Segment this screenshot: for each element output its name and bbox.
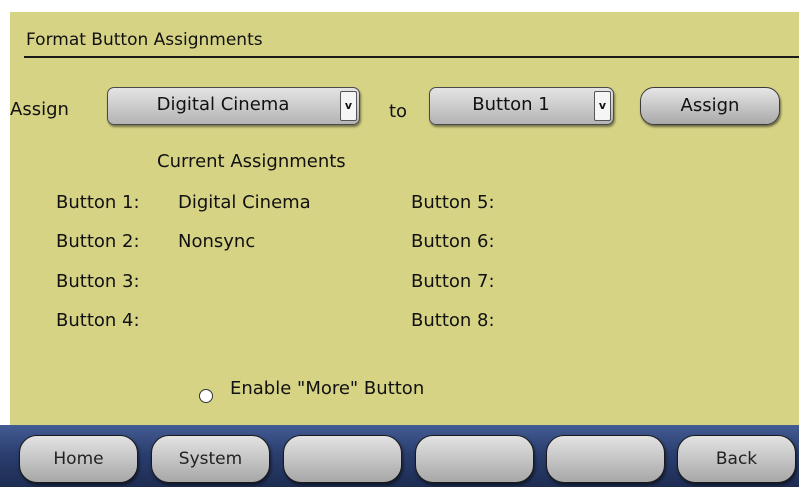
main-panel: Format Button Assignments Assign Digital… — [10, 12, 799, 425]
assignment-value: Nonsync — [178, 231, 256, 252]
button-select-value: Button 1 — [472, 94, 550, 115]
assignment-label: Button 1: — [56, 192, 140, 213]
chevron-down-icon[interactable]: v — [340, 91, 357, 121]
home-button[interactable]: Home — [19, 435, 138, 483]
enable-more-label[interactable]: Enable "More" Button — [230, 378, 424, 399]
bottom-nav-bar: Home System Back — [0, 425, 799, 487]
assignment-label: Button 5: — [411, 192, 495, 213]
enable-more-radio[interactable] — [199, 389, 213, 403]
assignment-label: Button 6: — [411, 231, 495, 252]
format-select[interactable]: Digital Cinema v — [107, 87, 360, 125]
button-select[interactable]: Button 1 v — [429, 87, 614, 125]
assign-button[interactable]: Assign — [640, 87, 780, 125]
format-select-value: Digital Cinema — [156, 94, 290, 115]
assignment-label: Button 3: — [56, 271, 140, 292]
assign-label: Assign — [10, 99, 69, 120]
chevron-down-icon[interactable]: v — [594, 91, 611, 121]
blank-nav-button-3[interactable] — [283, 435, 402, 483]
system-button[interactable]: System — [151, 435, 270, 483]
blank-nav-button-4[interactable] — [415, 435, 534, 483]
back-button[interactable]: Back — [677, 435, 796, 483]
assignment-label: Button 7: — [411, 271, 495, 292]
assignment-value: Digital Cinema — [178, 192, 311, 213]
blank-nav-button-5[interactable] — [546, 435, 665, 483]
assignment-label: Button 8: — [411, 310, 495, 331]
assignment-label: Button 4: — [56, 310, 140, 331]
page-title: Format Button Assignments — [26, 30, 263, 50]
assignment-label: Button 2: — [56, 231, 140, 252]
current-assignments-heading: Current Assignments — [157, 151, 346, 172]
to-label: to — [389, 101, 408, 122]
title-divider — [24, 56, 799, 58]
